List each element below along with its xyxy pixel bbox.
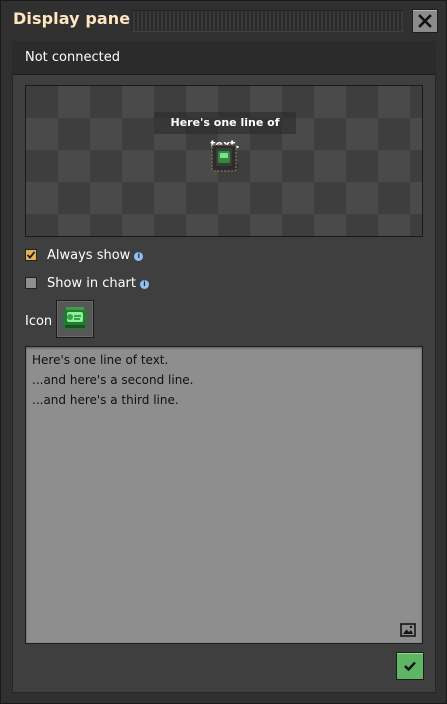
close-button[interactable] <box>412 9 438 33</box>
display-panel-icon <box>63 307 87 329</box>
title-bar: Display panel <box>1 1 446 39</box>
panel-content: Not connected Here's one line of text. A… <box>12 41 436 693</box>
always-show-checkbox[interactable] <box>25 249 37 261</box>
show-in-chart-label: Show in chart <box>47 276 136 291</box>
icon-label: Icon <box>25 314 53 329</box>
icon-selector-button[interactable] <box>56 300 94 338</box>
checkmark-icon <box>26 251 36 259</box>
show-in-chart-checkbox[interactable] <box>25 277 37 289</box>
text-line: ...and here's a third line. <box>32 393 179 407</box>
always-show-label: Always show <box>47 248 131 263</box>
close-icon <box>418 14 432 28</box>
info-icon[interactable]: i <box>140 280 149 289</box>
display-panel-window: Display panel Not connected Here's one l… <box>0 0 447 704</box>
drag-handle[interactable] <box>131 10 403 32</box>
message-text-area[interactable]: Here's one line of text. ...and here's a… <box>25 346 423 644</box>
display-panel-entity-icon <box>211 144 239 172</box>
connection-status: Not connected <box>25 50 120 65</box>
preview-text: Here's one line of text. <box>154 112 296 151</box>
display-preview: Here's one line of text. <box>25 85 423 237</box>
insert-image-icon[interactable] <box>400 623 416 637</box>
text-line: ...and here's a second line. <box>32 373 194 387</box>
status-bar: Not connected <box>12 41 436 75</box>
window-title: Display panel <box>13 9 136 28</box>
confirm-button[interactable] <box>396 652 424 680</box>
text-line: Here's one line of text. <box>32 353 169 367</box>
info-icon[interactable]: i <box>134 252 144 261</box>
checkmark-icon <box>404 661 416 672</box>
